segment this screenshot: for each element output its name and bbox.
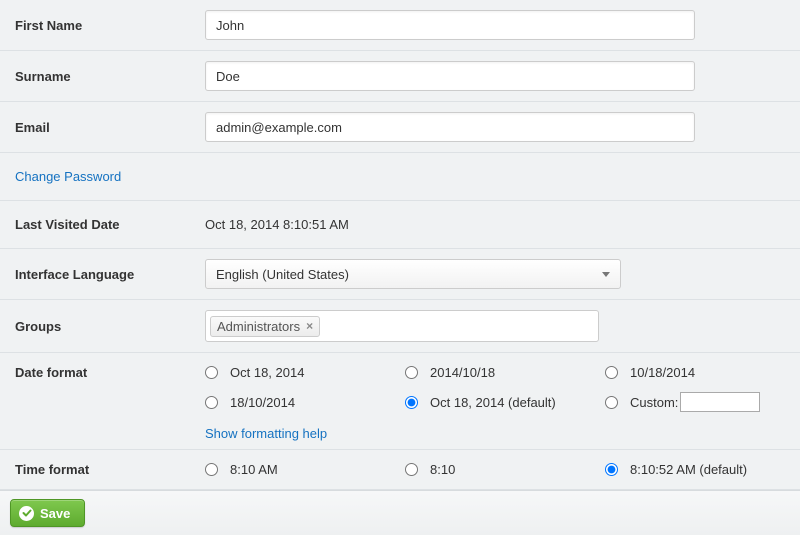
row-time-format: Time format 8:10 AM 8:10 8:10:52 AM (def… <box>0 450 800 490</box>
date-format-radio-3[interactable] <box>605 366 618 379</box>
label-date-format: Date format <box>15 365 205 380</box>
label-last-visited: Last Visited Date <box>15 217 205 232</box>
date-format-option-5: Oct 18, 2014 (default) <box>430 395 556 410</box>
time-format-radio-2[interactable] <box>405 463 418 476</box>
change-password-link[interactable]: Change Password <box>15 169 121 184</box>
language-select-value: English (United States) <box>216 267 602 282</box>
row-groups: Groups Administrators × <box>0 300 800 353</box>
time-format-radio-3[interactable] <box>605 463 618 476</box>
first-name-input[interactable] <box>205 10 695 40</box>
date-format-radio-2[interactable] <box>405 366 418 379</box>
row-surname: Surname <box>0 51 800 102</box>
label-surname: Surname <box>15 69 205 84</box>
label-time-format: Time format <box>15 462 205 477</box>
row-language: Interface Language English (United State… <box>0 249 800 300</box>
footer-bar: Save <box>0 490 800 535</box>
group-tag-label: Administrators <box>217 319 300 334</box>
date-format-option-2: 2014/10/18 <box>430 365 495 380</box>
surname-input[interactable] <box>205 61 695 91</box>
date-format-radio-4[interactable] <box>205 396 218 409</box>
label-email: Email <box>15 120 205 135</box>
date-format-option-4: 18/10/2014 <box>230 395 295 410</box>
label-language: Interface Language <box>15 267 205 282</box>
time-format-option-3: 8:10:52 AM (default) <box>630 462 747 477</box>
remove-tag-icon[interactable]: × <box>306 319 313 333</box>
save-button-label: Save <box>40 506 70 521</box>
label-groups: Groups <box>15 319 205 334</box>
date-format-option-1: Oct 18, 2014 <box>230 365 304 380</box>
groups-tag-input[interactable]: Administrators × <box>205 310 599 342</box>
group-tag[interactable]: Administrators × <box>210 316 320 337</box>
date-format-radio-1[interactable] <box>205 366 218 379</box>
row-email: Email <box>0 102 800 153</box>
time-format-option-2: 8:10 <box>430 462 455 477</box>
row-last-visited: Last Visited Date Oct 18, 2014 8:10:51 A… <box>0 201 800 249</box>
row-change-password: Change Password <box>0 153 800 201</box>
date-format-radio-5[interactable] <box>405 396 418 409</box>
chevron-down-icon <box>602 272 610 277</box>
check-icon <box>19 506 34 521</box>
label-first-name: First Name <box>15 18 205 33</box>
language-select[interactable]: English (United States) <box>205 259 621 289</box>
email-input[interactable] <box>205 112 695 142</box>
time-format-option-1: 8:10 AM <box>230 462 278 477</box>
save-button[interactable]: Save <box>10 499 85 527</box>
row-first-name: First Name <box>0 0 800 51</box>
show-formatting-help-link[interactable]: Show formatting help <box>205 424 327 441</box>
row-date-format: Date format Oct 18, 2014 2014/10/18 10/1… <box>0 353 800 450</box>
date-format-radio-6[interactable] <box>605 396 618 409</box>
last-visited-value: Oct 18, 2014 8:10:51 AM <box>205 217 349 232</box>
date-format-option-6: Custom: <box>630 395 678 410</box>
date-format-option-3: 10/18/2014 <box>630 365 695 380</box>
date-format-custom-input[interactable] <box>680 392 760 412</box>
time-format-radio-1[interactable] <box>205 463 218 476</box>
